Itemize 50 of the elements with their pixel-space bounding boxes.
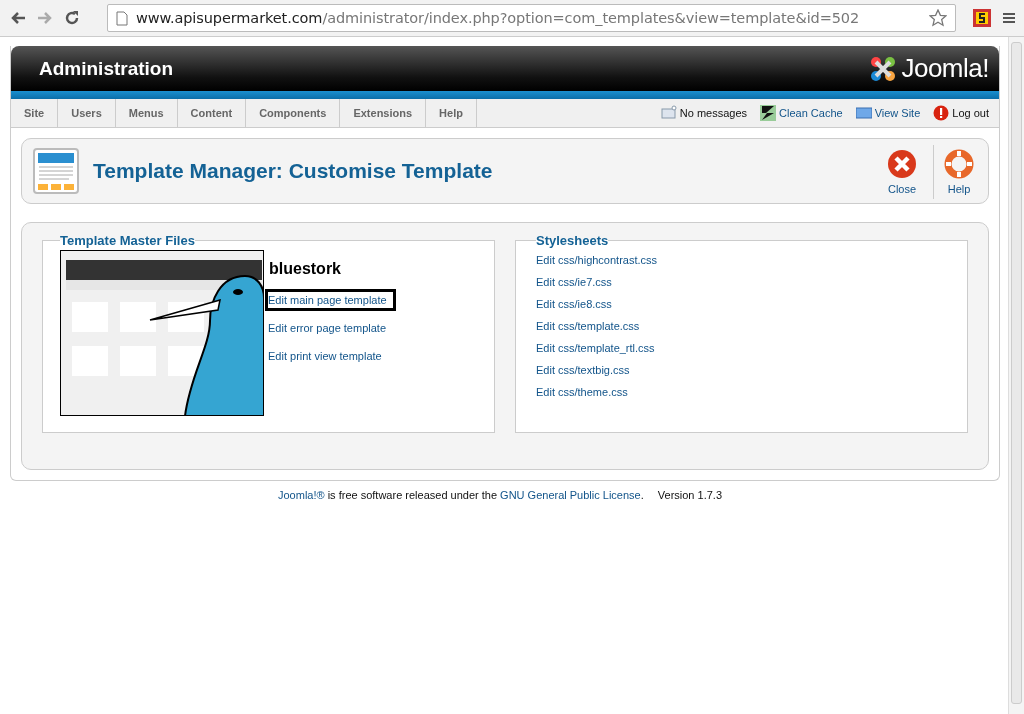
- close-button[interactable]: Close: [887, 149, 917, 195]
- lightning-icon: [760, 105, 777, 121]
- logo-text: Joomla!: [901, 53, 989, 84]
- section-title: Template Master Files: [60, 233, 195, 248]
- menu-item[interactable]: Components: [246, 99, 341, 127]
- site-title: Administration: [39, 57, 174, 80]
- menu-item[interactable]: Extensions: [340, 99, 427, 127]
- menu-icon[interactable]: [1002, 11, 1016, 25]
- template-icon: [33, 148, 79, 194]
- file-link[interactable]: Edit main page template: [265, 289, 396, 311]
- file-link[interactable]: Edit error page template: [265, 317, 395, 339]
- monitor-icon: [855, 105, 872, 121]
- help-button[interactable]: Help: [944, 149, 974, 195]
- star-icon[interactable]: [929, 9, 947, 27]
- alert-icon: [933, 105, 950, 121]
- stylesheet-link[interactable]: Edit css/textbig.css: [536, 364, 947, 376]
- footer-link[interactable]: GNU General Public License: [500, 489, 641, 501]
- file-link[interactable]: Edit print view template: [265, 345, 391, 367]
- menu-item[interactable]: Help: [426, 99, 477, 127]
- stylesheet-link[interactable]: Edit css/template.css: [536, 320, 947, 332]
- footer-text: Joomla!® is free software released under the GNU General Public License.: [278, 489, 644, 501]
- reload-icon[interactable]: [64, 10, 80, 26]
- status-link[interactable]: Clean Cache: [779, 107, 843, 119]
- stylesheet-link[interactable]: Edit css/theme.css: [536, 386, 947, 398]
- url-text: www.apisupermarket.com/administrator/index.php?option=com_templates&view=template&id=502: [136, 10, 861, 26]
- page-icon: [116, 10, 128, 26]
- extension-icon[interactable]: [973, 9, 991, 27]
- close-icon: [887, 149, 917, 179]
- template-name: bluestork: [269, 260, 341, 278]
- footer-link[interactable]: Joomla!®: [278, 489, 325, 501]
- message-icon: [660, 105, 677, 121]
- menu-item[interactable]: Users: [58, 99, 116, 127]
- menu-item[interactable]: Site: [11, 99, 59, 127]
- stylesheet-link[interactable]: Edit css/ie8.css: [536, 298, 947, 310]
- status-text: No messages: [679, 107, 748, 119]
- menu-item[interactable]: Menus: [115, 99, 178, 127]
- status-link[interactable]: View Site: [874, 107, 921, 119]
- version-text: Version 1.7.3: [657, 489, 722, 501]
- address-bar[interactable]: www.apisupermarket.com/administrator/index.php?option=com_templates&view=template&id=502: [107, 4, 956, 32]
- back-icon[interactable]: [10, 11, 26, 25]
- stylesheet-link[interactable]: Edit css/ie7.css: [536, 276, 947, 288]
- stylesheet-link[interactable]: Edit css/template_rtl.css: [536, 342, 947, 354]
- status-link[interactable]: Log out: [952, 107, 989, 119]
- menu-item[interactable]: Content: [177, 99, 247, 127]
- page-title: Template Manager: Customise Template: [93, 159, 494, 183]
- lifebuoy-icon: [944, 149, 974, 179]
- stylesheet-link[interactable]: Edit css/highcontrast.css: [536, 254, 947, 266]
- scrollbar[interactable]: [1008, 37, 1024, 714]
- section-title: Stylesheets: [536, 233, 609, 248]
- scrollbar-thumb[interactable]: [1011, 42, 1022, 704]
